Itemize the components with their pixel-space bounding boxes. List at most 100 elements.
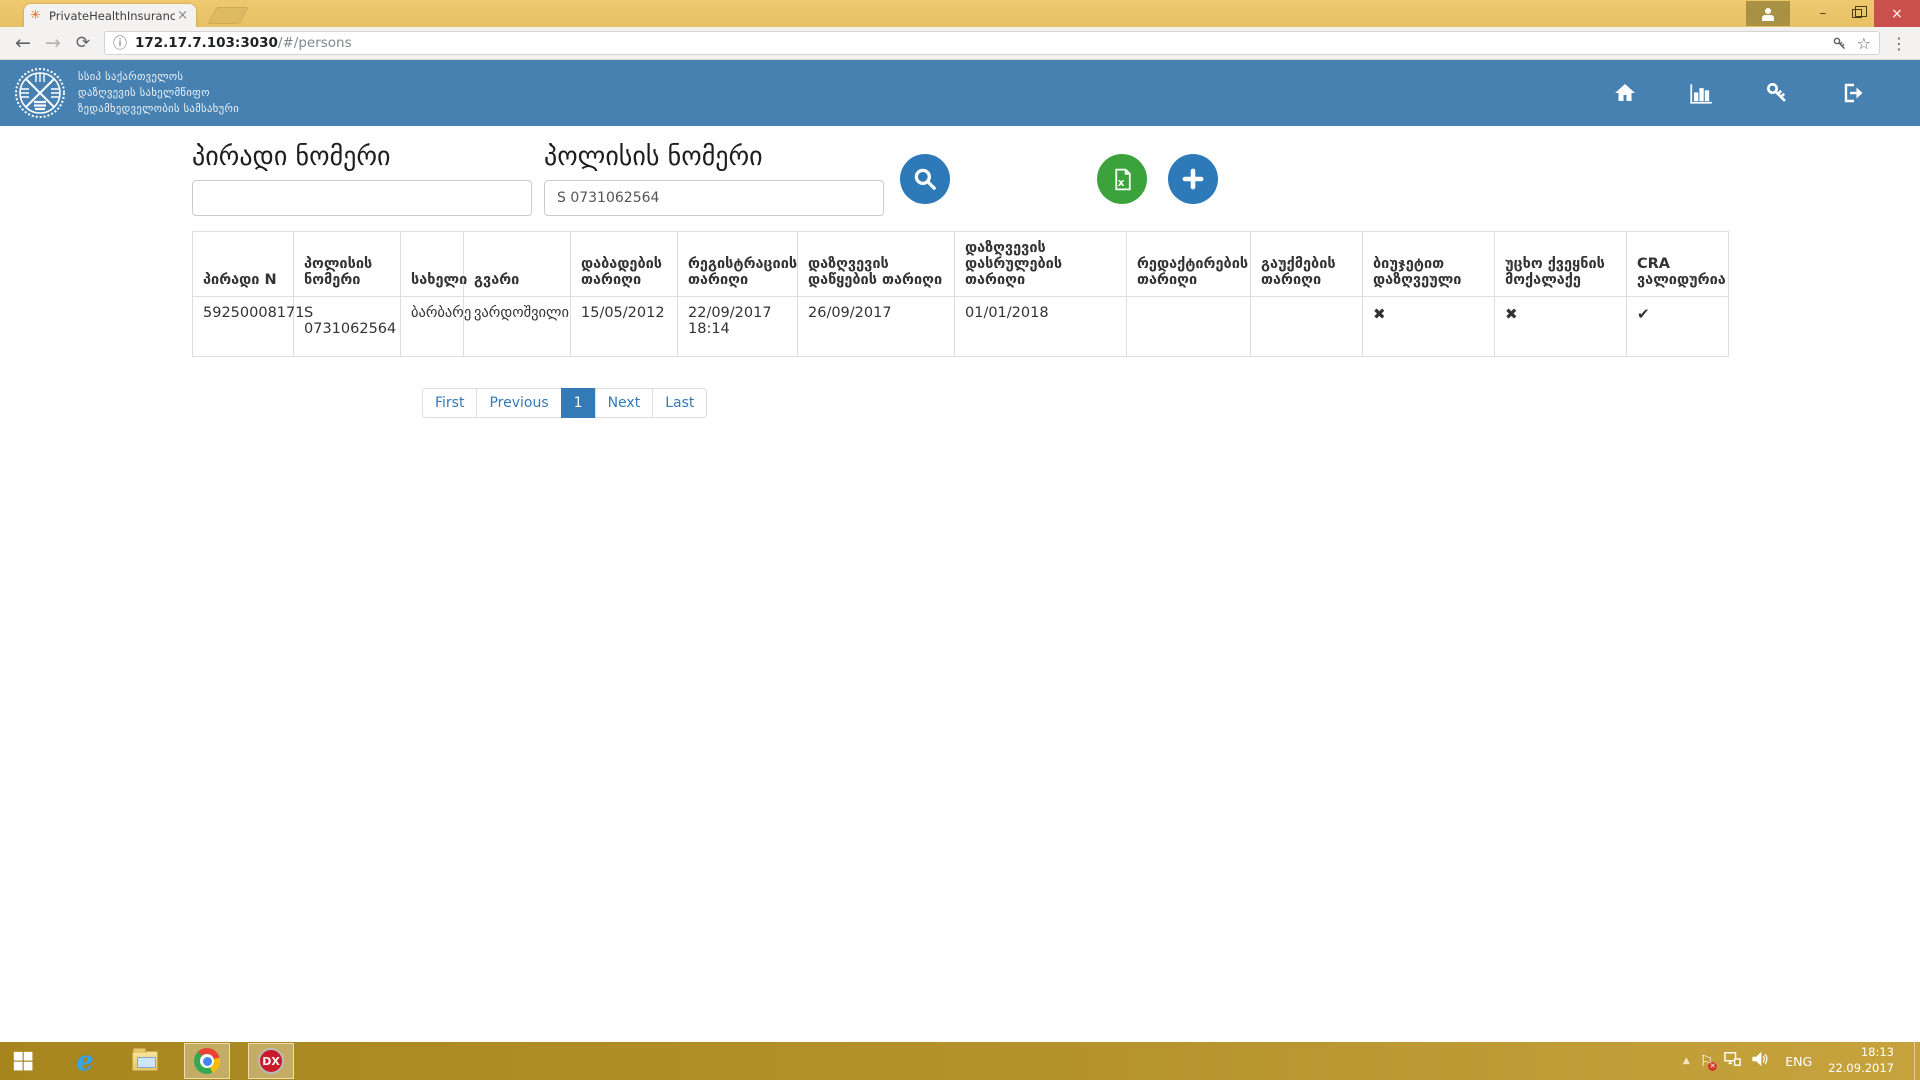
key-icon[interactable] [1764,80,1790,106]
start-button[interactable] [0,1042,46,1080]
tray-expand-icon[interactable]: ▲ [1683,1056,1690,1066]
taskbar-chrome[interactable] [184,1043,230,1079]
url-host: 172.17.7.103:3030 [135,35,278,51]
header-nav [1612,80,1866,106]
org-name-line3: ზედამხედველობის სამსახური [78,101,239,117]
column-header: დაბადების თარიღი [571,232,678,297]
file-explorer-icon [132,1051,158,1071]
policy-number-input[interactable] [544,180,884,216]
show-desktop-button[interactable] [1914,1042,1920,1080]
column-header: სახელი [401,232,464,297]
taskbar-dx[interactable]: DX [248,1043,294,1079]
column-header: რეგისტრაციის თარიღი [678,232,798,297]
action-center-flag-icon[interactable]: ⚐✕ [1700,1052,1713,1070]
search-button[interactable] [900,154,950,204]
table-cell: 26/09/2017 [798,297,955,357]
logout-icon[interactable] [1840,80,1866,106]
pagination-next[interactable]: Next [595,388,654,418]
restore-icon [1852,9,1862,18]
chrome-icon [194,1048,220,1074]
table-cell: 22/09/2017 18:14 [678,297,798,357]
personal-number-input[interactable] [192,180,532,216]
clock[interactable]: 18:13 22.09.2017 [1828,1045,1904,1076]
pagination-page-1[interactable]: 1 [561,388,596,418]
org-name-line2: დაზღვევის სახელმწიფო [78,85,239,101]
profile-button[interactable] [1746,1,1790,26]
pagination-previous[interactable]: Previous [476,388,561,418]
table-cell: ვარდოშვილი [464,297,571,357]
org-name-line1: სსიპ საქართველოს [78,69,239,85]
org-logo [14,67,66,119]
language-indicator[interactable]: ENG [1779,1054,1818,1069]
column-header: გვარი [464,232,571,297]
column-header: უცხო ქვეყნის მოქალაქე [1495,232,1627,297]
column-header: ბიუჯეტით დაზღვეული [1363,232,1495,297]
app-header: სსიპ საქართველოს დაზღვევის სახელმწიფო ზე… [0,60,1920,126]
persons-table: პირადი Nპოლისის ნომერისახელიგვარიდაბადებ… [192,231,1729,357]
export-excel-button[interactable]: x [1097,154,1147,204]
table-cell: ბარბარე [401,297,464,357]
column-header: პოლისის ნომერი [294,232,401,297]
persons-table-head-row: პირადი Nპოლისის ნომერისახელიგვარიდაბადებ… [193,232,1729,297]
bookmark-star-icon[interactable]: ☆ [1857,34,1871,53]
profile-icon [1762,8,1774,20]
table-cell: 01/01/2018 [955,297,1127,357]
pagination: First Previous 1 Next Last [422,388,707,418]
back-button[interactable]: ← [8,32,38,54]
add-person-button[interactable] [1168,154,1218,204]
search-icon [912,166,938,192]
column-header: დაზღვევის დასრულების თარიღი [955,232,1127,297]
browser-toolbar: ← → ⟳ ⓘ 172.17.7.103:3030 /#/persons ☆ ⋮ [0,27,1920,60]
close-button[interactable]: × [1874,0,1920,27]
page-info-icon[interactable]: ⓘ [113,33,127,53]
volume-icon[interactable] [1751,1051,1769,1071]
clock-time: 18:13 [1828,1045,1894,1061]
restore-button[interactable] [1840,0,1874,27]
column-header: CRA ვალიდურია [1627,232,1729,297]
forward-button: → [38,32,68,54]
minimize-button[interactable]: – [1806,0,1840,27]
policy-number-label: პოლისის ნომერი [544,142,763,172]
favicon-icon: ✳ [30,9,44,23]
table-cell: S 0731062564 [294,297,401,357]
taskbar-explorer[interactable] [124,1042,166,1080]
table-cell: ✖ [1363,297,1495,357]
column-header: პირადი N [193,232,294,297]
windows-logo-icon [12,1050,34,1072]
tab-title: PrivateHealthInsurancePo [49,9,175,23]
org-name: სსიპ საქართველოს დაზღვევის სახელმწიფო ზე… [78,69,239,118]
pagination-last[interactable]: Last [652,388,707,418]
new-tab-button[interactable] [207,7,248,24]
table-cell [1127,297,1251,357]
excel-file-icon: x [1110,167,1135,192]
table-cell: 59250008171 [193,297,294,357]
url-bar[interactable]: ⓘ 172.17.7.103:3030 /#/persons ☆ [104,31,1880,55]
browser-titlebar: ✳ PrivateHealthInsurancePo × – × [0,0,1920,27]
chart-icon[interactable] [1688,80,1714,106]
browser-tab[interactable]: ✳ PrivateHealthInsurancePo × [24,4,196,27]
system-tray: ▲ ⚐✕ ENG 18:13 22.09.2017 [1683,1042,1920,1080]
screen: ✳ PrivateHealthInsurancePo × – × ← → ⟳ ⓘ… [0,0,1920,1080]
browser-menu-icon[interactable]: ⋮ [1886,34,1912,53]
svg-text:x: x [1117,176,1124,188]
password-key-icon[interactable] [1832,36,1847,51]
taskbar-ie[interactable]: e [64,1042,106,1080]
table-cell [1251,297,1363,357]
reload-button[interactable]: ⟳ [68,33,98,53]
dx-app-icon: DX [258,1048,284,1074]
network-icon[interactable] [1723,1051,1741,1071]
window-controls: – × [1746,0,1920,27]
table-row[interactable]: 59250008171S 0731062564ბარბარევარდოშვილი… [193,297,1729,357]
home-icon[interactable] [1612,80,1638,106]
table-cell: 15/05/2012 [571,297,678,357]
table-cell: ✔ [1627,297,1729,357]
column-header: რედაქტირების თარიღი [1127,232,1251,297]
persons-table-body: 59250008171S 0731062564ბარბარევარდოშვილი… [193,297,1729,357]
main-content: პირადი ნომერი პოლისის ნომერი x პირადი Nპ… [0,126,1920,1042]
pagination-first[interactable]: First [422,388,477,418]
plus-icon [1180,166,1206,192]
tab-close-icon[interactable]: × [175,8,190,23]
column-header: დაზღვევის დაწყების თარიღი [798,232,955,297]
personal-number-label: პირადი ნომერი [192,142,391,172]
table-cell: ✖ [1495,297,1627,357]
